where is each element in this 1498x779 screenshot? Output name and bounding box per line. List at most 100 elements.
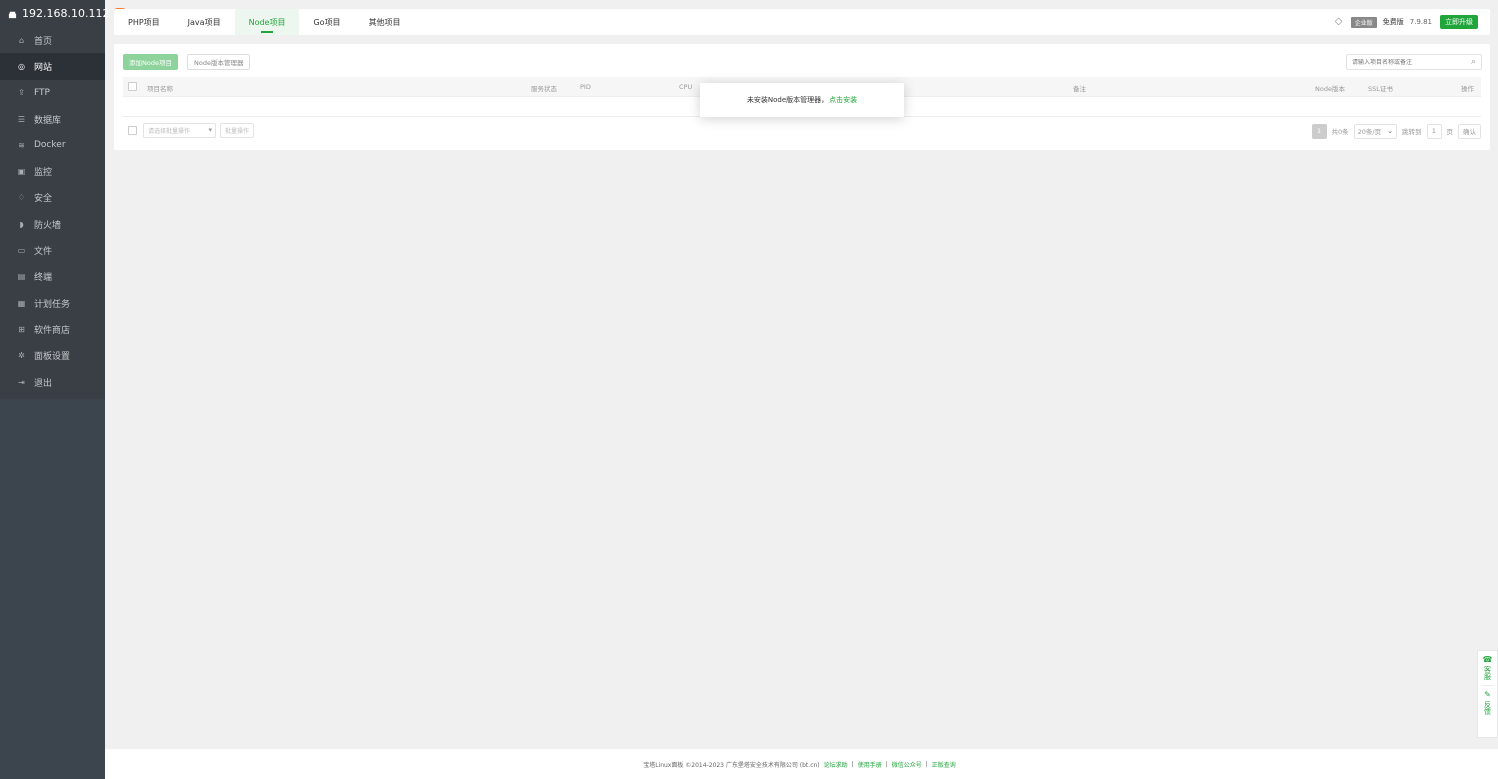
home-icon: ⌂	[18, 35, 25, 45]
column-pid: PID	[580, 83, 591, 91]
sidebar-menu: 192.168.10.112 0 ⌂ 首页 ◎ 网站 ⇪ FTP ☰ 数据库 ≋…	[0, 0, 127, 399]
tab-node[interactable]: Node项目	[234, 9, 300, 35]
footer-separator: |	[851, 760, 854, 768]
column-node-version: Node版本	[1315, 85, 1345, 93]
feedback-button[interactable]: ✎ 反馈	[1483, 690, 1492, 716]
sidebar-item-label: 防火墙	[34, 220, 62, 231]
search-box: ⌕	[1346, 54, 1482, 70]
caret-down-icon: ▾	[208, 126, 212, 134]
diamond-icon: ◇	[1334, 16, 1343, 27]
install-link[interactable]: 点击安装	[829, 95, 857, 105]
sidebar-item-label: 计划任务	[34, 299, 71, 310]
column-name[interactable]: 项目名称	[147, 83, 173, 93]
edit-icon: ✎	[1484, 690, 1491, 699]
server-brand[interactable]: 192.168.10.112 0	[0, 0, 127, 27]
chevron-down-icon: ⌄	[1387, 127, 1393, 135]
page-number-current[interactable]: 1	[1311, 123, 1327, 139]
install-notice-popup: 未安装Node版本管理器， 点击安装	[700, 83, 904, 117]
sidebar-item-label: 监控	[34, 168, 53, 179]
terminal-icon: ▤	[17, 272, 26, 282]
ftp-icon: ⇪	[18, 88, 25, 98]
footer-link-wechat[interactable]: 微信公众号	[892, 760, 922, 769]
sidebar-item-label: Docker	[34, 140, 66, 151]
database-icon: ☰	[17, 114, 26, 124]
tab-other[interactable]: 其他项目	[355, 9, 415, 35]
jump-page-input[interactable]: 1	[1426, 123, 1442, 139]
batch-select-placeholder: 请选择批量操作	[148, 128, 191, 135]
page-size-select[interactable]: 20条/页 ⌄	[1353, 123, 1397, 139]
gear-icon: ✲	[18, 351, 25, 361]
batch-operation-select[interactable]: 请选择批量操作 ▾	[143, 123, 216, 138]
license-info: ◇ 企业版 免费版 7.9.81 立即升级	[1335, 15, 1490, 29]
headset-icon: ☎	[1482, 655, 1493, 664]
add-node-project-button[interactable]: 添加Node项目	[123, 54, 178, 70]
server-ip: 192.168.10.112	[22, 7, 110, 20]
floating-support-bar: ☎ 客服 ✎ 反馈	[1477, 650, 1498, 738]
tab-go[interactable]: Go项目	[299, 9, 354, 35]
sidebar-item-cron[interactable]: ▦ 计划任务	[0, 290, 105, 316]
sidebar-item-label: 面板设置	[34, 352, 71, 363]
batch-operation-button[interactable]: 批量操作	[220, 123, 255, 138]
shield-icon: ♢	[17, 193, 26, 203]
search-input[interactable]	[1352, 58, 1462, 66]
footer-link-manual[interactable]: 使用手册	[858, 760, 882, 769]
footer-separator: |	[885, 760, 888, 768]
sidebar-item-label: 首页	[34, 36, 53, 47]
sidebar-item-docker[interactable]: ≋ Docker	[0, 132, 105, 158]
sidebar-item-label: 文件	[34, 247, 53, 258]
jump-confirm-button[interactable]: 确认	[1458, 123, 1481, 139]
apps-icon: ⊞	[18, 324, 25, 334]
calendar-icon: ▦	[17, 298, 26, 308]
sidebar-item-label: 软件商店	[34, 325, 71, 336]
total-count: 共0条	[1331, 128, 1349, 136]
sidebar-item-store[interactable]: ⊞ 软件商店	[0, 316, 105, 342]
sidebar-item-monitor[interactable]: ▣ 监控	[0, 158, 105, 184]
project-tabs-bar: PHP项目 Java项目 Node项目 Go项目 其他项目 ◇ 企业版 免费版 …	[114, 9, 1490, 35]
globe-icon: ◎	[18, 61, 25, 71]
footer-separator: |	[925, 760, 928, 768]
sidebar-item-label: 终端	[34, 273, 53, 284]
sidebar-item-security[interactable]: ♢ 安全	[0, 185, 105, 211]
sidebar-item-home[interactable]: ⌂ 首页	[0, 27, 105, 53]
sidebar-item-database[interactable]: ☰ 数据库	[0, 106, 105, 132]
float-divider	[1481, 685, 1494, 686]
page-unit-label: 页	[1446, 128, 1454, 136]
sidebar-item-terminal[interactable]: ▤ 终端	[0, 264, 105, 290]
customer-service-button[interactable]: ☎ 客服	[1482, 655, 1493, 681]
pagination: 1 共0条 20条/页 ⌄ 跳转到 1 页 确认	[1311, 122, 1481, 140]
folder-icon: ▭	[17, 246, 26, 256]
sidebar-item-label: 安全	[34, 194, 53, 205]
sidebar-item-label: 数据库	[34, 115, 62, 126]
sidebar-item-settings[interactable]: ✲ 面板设置	[0, 343, 105, 369]
free-version-label: 免费版	[1382, 18, 1404, 26]
sidebar-item-ftp[interactable]: ⇪ FTP	[0, 80, 105, 106]
sidebar-item-logout[interactable]: ⇥ 退出	[0, 369, 105, 395]
sidebar-item-label: 退出	[34, 378, 53, 389]
server-icon	[8, 9, 17, 19]
sidebar-item-website[interactable]: ◎ 网站	[0, 53, 105, 80]
sidebar-item-files[interactable]: ▭ 文件	[0, 237, 105, 263]
sidebar-item-firewall[interactable]: ◗ 防火墙	[0, 211, 105, 237]
tab-php[interactable]: PHP项目	[114, 9, 174, 35]
jump-label: 跳转到	[1402, 128, 1422, 136]
monitor-icon: ▣	[17, 167, 26, 177]
footer-link-license-check[interactable]: 正版查询	[932, 760, 956, 769]
column-actions: 操作	[1461, 85, 1474, 93]
column-cpu: CPU	[679, 83, 693, 91]
upgrade-button[interactable]: 立即升级	[1440, 15, 1478, 29]
enterprise-badge[interactable]: 企业版	[1350, 16, 1377, 28]
select-all-bottom-checkbox[interactable]	[128, 126, 137, 135]
firewall-icon: ◗	[19, 219, 24, 229]
footer-link-forum[interactable]: 论坛求助	[824, 760, 848, 769]
tab-java[interactable]: Java项目	[174, 9, 235, 35]
docker-icon: ≋	[18, 140, 25, 150]
page-size-value: 20条/页	[1357, 128, 1382, 136]
popup-message: 未安装Node版本管理器，	[746, 96, 829, 104]
node-version-manager-button[interactable]: Node版本管理器	[187, 54, 251, 70]
feedback-label: 反馈	[1483, 701, 1492, 715]
sidebar-item-label: 网站	[34, 62, 53, 73]
select-all-checkbox[interactable]	[128, 82, 137, 91]
search-icon[interactable]: ⌕	[1471, 57, 1476, 67]
version-label[interactable]: 7.9.81	[1410, 18, 1432, 26]
copyright-text: 宝塔Linux面板 ©2014-2023 广东堡塔安全技术有限公司 (bt.cn…	[643, 761, 820, 769]
